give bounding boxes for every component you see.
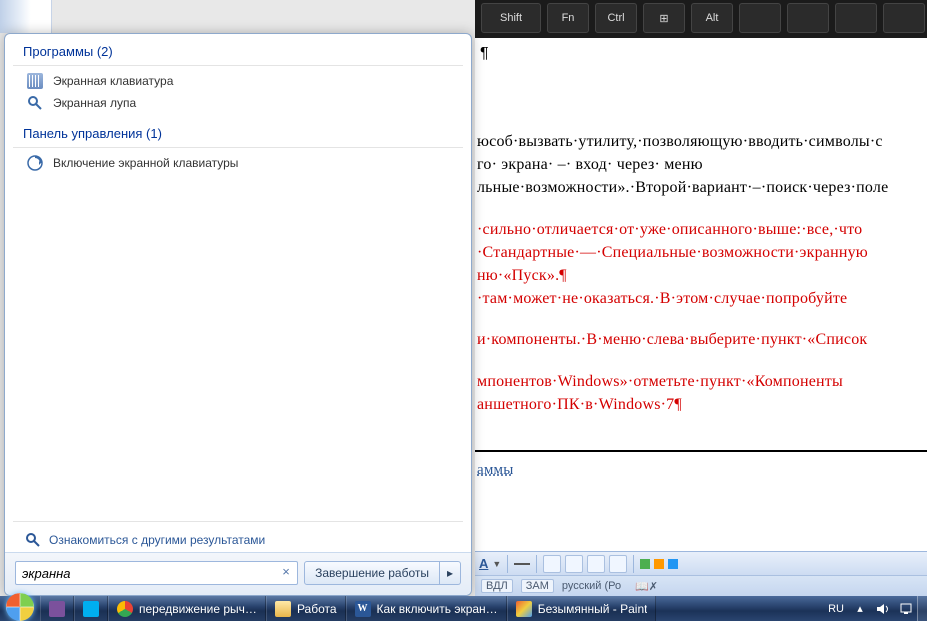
status-vdl: ВДЛ <box>481 579 513 593</box>
action-center-icon[interactable] <box>899 602 913 616</box>
keycap <box>739 3 781 33</box>
viber-icon <box>49 601 65 617</box>
folder-icon <box>275 601 291 617</box>
text-line: юсоб·вызвать·утилиту,·позволяющую·вводит… <box>475 130 927 153</box>
result-item-label: Включение экранной клавиатуры <box>53 156 238 170</box>
chevron-right-icon: ▸ <box>447 566 453 580</box>
status-language: русский (Ро <box>562 580 621 592</box>
word-status-bar: ВДЛ ЗАМ русский (Ро 📖✗ <box>475 575 927 596</box>
result-item-label: Экранная клавиатура <box>53 74 173 88</box>
keyboard-icon <box>27 73 43 89</box>
shutdown-options-arrow[interactable]: ▸ <box>440 561 461 585</box>
text-line: ·Стандартные·—·Специальные·возможности·э… <box>475 241 927 264</box>
keycap: Alt <box>691 3 733 33</box>
taskbar-item-word[interactable]: W Как включить экран… <box>346 596 507 621</box>
windows-logo-icon <box>6 593 34 621</box>
highlight-swatch[interactable] <box>654 559 664 569</box>
start-menu-results: Программы (2) Экранная клавиатура Экранн… <box>5 34 471 521</box>
taskbar-item-chrome[interactable]: передвижение рыч… <box>108 596 266 621</box>
text-line: ·там·может·не·оказаться.·В·этом·случае·п… <box>475 287 927 310</box>
input-language-indicator[interactable]: RU <box>828 603 844 615</box>
result-group-header: Панель управления (1) <box>13 122 463 148</box>
background-word-window: Shift Fn Ctrl ⊞ Alt Al ¶ юсоб·вызвать·ут… <box>475 0 927 596</box>
paint-icon <box>516 601 532 617</box>
highlight-swatch[interactable] <box>640 559 650 569</box>
result-item-enable-osk[interactable]: Включение экранной клавиатуры <box>7 152 469 174</box>
text-line: ню·«Пуск».¶ <box>475 264 927 287</box>
tray-chevron-up-icon[interactable]: ▴ <box>853 602 867 616</box>
keycap <box>787 3 829 33</box>
volume-icon[interactable] <box>876 602 890 616</box>
onscreen-keyboard-image: Shift Fn Ctrl ⊞ Alt Al <box>475 0 927 38</box>
document-text: юсоб·вызвать·утилиту,·позволяющую·вводит… <box>475 130 927 482</box>
show-desktop-button[interactable] <box>917 596 927 621</box>
search-input[interactable] <box>15 561 298 585</box>
taskbar-item-label: Безымянный - Paint <box>538 602 648 616</box>
shutdown-label: Завершение работы <box>315 566 429 580</box>
text-line: мпонентов·Windows»·отметьте·пункт·«Компо… <box>475 370 927 393</box>
see-more-results-label: Ознакомиться с другими результатами <box>49 533 265 547</box>
text-line: и·компоненты.·В·меню·слева·выберите·пунк… <box>475 328 927 351</box>
taskbar-item-viber[interactable] <box>40 596 74 621</box>
chrome-icon <box>117 601 133 617</box>
indent-button[interactable] <box>609 555 627 573</box>
start-menu: Программы (2) Экранная клавиатура Экранн… <box>4 33 472 596</box>
taskbar-item-label: Работа <box>297 602 337 616</box>
word-formatting-toolbar: A ▼ <box>475 551 927 575</box>
clear-search-icon[interactable]: × <box>278 565 294 581</box>
word-ruler-fragment <box>0 0 52 33</box>
result-item-osk[interactable]: Экранная клавиатура <box>7 70 469 92</box>
keycap <box>883 3 925 33</box>
text-line: ·сильно·отличается·от·уже·описанного·выш… <box>475 218 927 241</box>
start-button[interactable] <box>0 596 40 621</box>
result-item-magnifier[interactable]: Экранная лупа <box>7 92 469 114</box>
see-more-results[interactable]: Ознакомиться с другими результатами <box>19 528 457 552</box>
keycap: Shift <box>481 3 541 33</box>
search-icon <box>25 532 41 548</box>
hyperlink-fragment[interactable]: аммы <box>477 462 514 478</box>
result-group-header: Программы (2) <box>13 40 463 66</box>
text-line: льные·возможности».·Второй·вариант·–·пои… <box>475 176 927 199</box>
text-line: го· экрана· –· вход· через· меню <box>475 153 927 176</box>
skype-icon <box>83 601 99 617</box>
taskbar-item-skype[interactable] <box>74 596 108 621</box>
text-line: аншетного·ПК·в·Windows·7¶ <box>475 393 927 416</box>
align-button[interactable] <box>565 555 583 573</box>
taskbar-item-paint[interactable]: Безымянный - Paint <box>507 596 657 621</box>
taskbar-item-explorer[interactable]: Работа <box>266 596 346 621</box>
keycap <box>835 3 877 33</box>
shutdown-button[interactable]: Завершение работы <box>304 561 440 585</box>
pilcrow: ¶ <box>480 45 489 63</box>
system-tray: RU ▴ <box>824 596 917 621</box>
taskbar-item-label: передвижение рыч… <box>139 602 257 616</box>
result-item-label: Экранная лупа <box>53 96 136 110</box>
rule-button[interactable] <box>514 563 530 565</box>
indent-button[interactable] <box>587 555 605 573</box>
ease-of-access-icon <box>27 155 43 171</box>
magnifier-icon <box>27 95 43 111</box>
shutdown-split-button[interactable]: Завершение работы ▸ <box>304 561 461 585</box>
keycap: Fn <box>547 3 589 33</box>
status-zam: ЗАМ <box>521 579 554 593</box>
font-color-button[interactable]: A <box>479 556 488 571</box>
start-menu-bottom-bar: × Завершение работы ▸ <box>5 552 471 595</box>
keycap: ⊞ <box>643 3 685 33</box>
highlight-swatch[interactable] <box>668 559 678 569</box>
spellcheck-icon[interactable]: 📖✗ <box>635 580 658 593</box>
horizontal-rule <box>475 450 927 452</box>
taskbar-item-label: Как включить экран… <box>377 602 498 616</box>
keycap: Ctrl <box>595 3 637 33</box>
word-icon: W <box>355 601 371 617</box>
taskbar: передвижение рыч… Работа W Как включить … <box>0 596 927 621</box>
align-button[interactable] <box>543 555 561 573</box>
